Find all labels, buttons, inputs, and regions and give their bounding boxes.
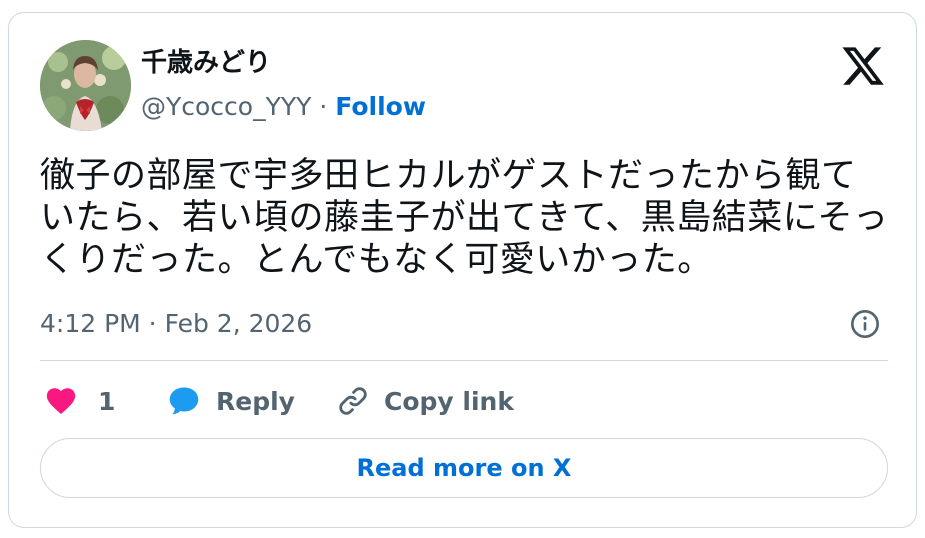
handle-row: @Ycocco_YYY · Follow bbox=[141, 91, 426, 123]
user-handle[interactable]: @Ycocco_YYY bbox=[141, 92, 311, 121]
timestamp[interactable]: 4:12 PM · Feb 2, 2026 bbox=[40, 308, 312, 340]
tweet-card: 千歳みどり @Ycocco_YYY · Follow 徹子の部屋で宇多田ヒカルが… bbox=[8, 12, 917, 528]
reply-button[interactable]: Reply bbox=[166, 381, 295, 421]
link-icon bbox=[339, 387, 367, 415]
read-more-button[interactable]: Read more on X bbox=[40, 438, 888, 498]
divider bbox=[40, 360, 888, 361]
x-logo-icon[interactable] bbox=[840, 43, 886, 89]
speech-bubble-icon bbox=[169, 387, 199, 415]
heart-icon bbox=[46, 388, 76, 415]
separator: · bbox=[311, 92, 336, 121]
follow-link[interactable]: Follow bbox=[335, 92, 426, 121]
display-name[interactable]: 千歳みどり bbox=[141, 47, 271, 79]
avatar[interactable] bbox=[40, 40, 131, 131]
copy-link-label: Copy link bbox=[384, 386, 514, 416]
like-count: 1 bbox=[98, 386, 116, 416]
reply-label: Reply bbox=[216, 386, 295, 416]
avatar-image bbox=[40, 40, 131, 131]
info-icon[interactable] bbox=[849, 308, 881, 340]
tweet-text: 徹子の部屋で宇多田ヒカルがゲストだったから観ていたら、若い頃の藤圭子が出てきて、… bbox=[40, 156, 889, 280]
copy-link-button[interactable]: Copy link bbox=[336, 381, 514, 421]
like-button[interactable]: 1 bbox=[44, 381, 115, 421]
